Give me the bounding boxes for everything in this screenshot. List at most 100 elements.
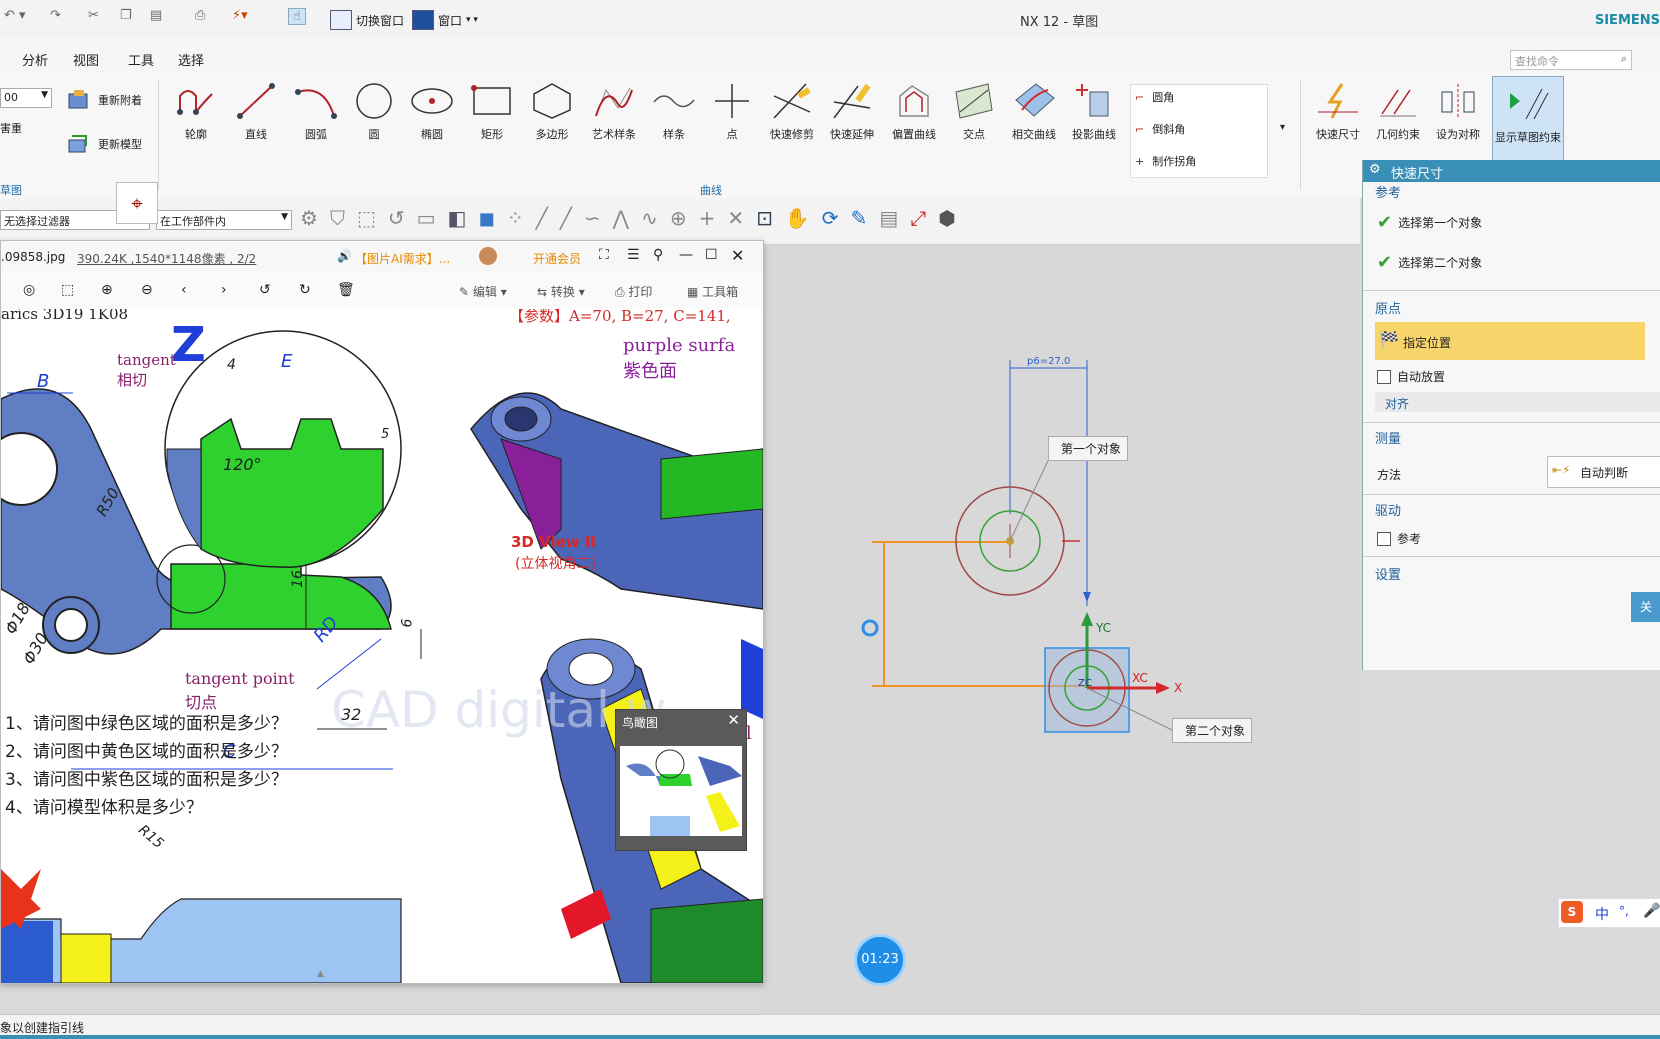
rotate-left-icon[interactable]: ↺ <box>259 282 271 298</box>
make-corner-button[interactable]: + 制作拐角 <box>1135 153 1196 169</box>
close-icon[interactable]: ✕ <box>731 246 744 265</box>
minimize-icon[interactable]: — <box>679 247 693 263</box>
drive-section-header[interactable]: 驱动 <box>1375 500 1401 519</box>
tool-quick-extend[interactable]: 快速延伸 <box>824 82 880 142</box>
shaded-icon[interactable]: ◧ <box>448 206 467 230</box>
command-search-input[interactable]: 查找命令 ⌕ <box>1510 50 1632 70</box>
tool-circle[interactable]: 圆 <box>346 82 402 142</box>
crosshair-icon[interactable]: ⌖ <box>116 182 158 224</box>
filter-icon[interactable]: ⛉ <box>330 206 345 230</box>
toolbox-button[interactable]: ▦ 工具箱 <box>687 283 738 300</box>
refresh-icon[interactable]: ⟳ <box>822 206 839 230</box>
view-icon[interactable]: ⬢ <box>938 206 955 230</box>
cut-icon[interactable]: ✂ <box>88 8 99 23</box>
print-icon[interactable]: ⎙ <box>195 8 205 23</box>
fit-icon[interactable]: ⬚ <box>61 282 74 298</box>
snap-icon[interactable]: ⚡▾ <box>232 8 248 23</box>
line-snap-2-icon[interactable]: ╱ <box>560 206 572 230</box>
tool-intersection-curve[interactable]: 相交曲线 <box>1006 82 1062 142</box>
dimension-label[interactable]: p6=27.0 <box>1027 356 1070 367</box>
close-button[interactable]: 关 <box>1631 592 1660 622</box>
tool-project-curve[interactable]: 投影曲线 <box>1066 82 1122 142</box>
method-select[interactable]: ⇤⚡ 自动判断 <box>1547 456 1660 488</box>
undo-icon[interactable]: ↶ ▾ <box>4 8 26 23</box>
reattach-button[interactable]: 重新附着 <box>66 88 142 112</box>
tool-intersection-point[interactable]: 交点 <box>946 82 1002 142</box>
tool-arc[interactable]: 圆弧 <box>288 82 344 142</box>
menu-select[interactable]: 选择 <box>178 50 204 69</box>
fillet-button[interactable]: ⌐ 圆角 <box>1135 89 1174 105</box>
measure-section-header[interactable]: 测量 <box>1375 428 1401 447</box>
window-menu-button[interactable]: 窗口 ▾ ▾ <box>412 10 478 30</box>
tool-make-symmetric[interactable]: 设为对称 <box>1430 82 1486 142</box>
tool-rectangle[interactable]: 矩形 <box>464 82 520 142</box>
copy-icon[interactable]: ❐ <box>120 8 132 23</box>
center-snap-icon[interactable]: ⊕ <box>670 206 687 230</box>
zoom-window-icon[interactable]: ⊡ <box>756 206 773 230</box>
select-first-object-row[interactable]: ✔ 选择第一个对象 <box>1377 212 1482 233</box>
tool-quick-trim[interactable]: 快速修剪 <box>764 82 820 142</box>
points-icon[interactable]: ⁘ <box>507 206 524 230</box>
pin-icon[interactable]: ⚲ <box>653 247 663 263</box>
tool-offset-curve[interactable]: 偏置曲线 <box>886 82 942 142</box>
fit-icon[interactable]: ⤢ <box>910 206 926 230</box>
tool-studio-spline[interactable]: 艺术样条 <box>586 82 642 142</box>
ai-promo-link[interactable]: 【图片AI需求】... <box>355 250 450 267</box>
tool-line[interactable]: 直线 <box>228 82 284 142</box>
intersect-snap-icon[interactable]: ✕ <box>727 206 744 230</box>
menu-analysis[interactable]: 分析 <box>22 50 48 69</box>
assembly-icon[interactable]: ⚙ <box>300 206 318 230</box>
reference-checkbox[interactable] <box>1377 531 1391 546</box>
birdseye-thumbnail[interactable] <box>620 746 742 836</box>
tool-spline[interactable]: 样条 <box>646 82 702 142</box>
reference-section-header[interactable]: 参考 <box>1375 182 1401 201</box>
polyline-snap-icon[interactable]: ⋀ <box>613 206 629 230</box>
layers-icon[interactable]: ▤ <box>879 206 898 230</box>
tool-profile[interactable]: 轮廓 <box>168 82 224 142</box>
sketch-combo[interactable]: 00 ▼ <box>0 88 52 108</box>
zoom-out-icon[interactable]: ⊖ <box>141 282 153 298</box>
delete-icon[interactable]: 🗑 <box>337 282 355 298</box>
viewer-file-info[interactable]: 390.24K ,1540*1148像素 , 2/2 <box>77 250 256 267</box>
rotate-right-icon[interactable]: ↻ <box>299 282 311 298</box>
update-model-button[interactable]: 更新模型 <box>66 132 142 156</box>
menu-view[interactable]: 视图 <box>73 50 99 69</box>
reference-row[interactable]: 参考 <box>1377 530 1421 547</box>
menu-tools[interactable]: 工具 <box>128 50 154 69</box>
print-button[interactable]: ⎙ 打印 <box>615 283 652 300</box>
redo-icon[interactable]: ↷ <box>50 8 61 23</box>
select-second-object-row[interactable]: ✔ 选择第二个对象 <box>1377 252 1482 273</box>
switch-window-button[interactable]: 切换窗口 <box>330 10 404 30</box>
dimension-handle[interactable] <box>861 619 879 637</box>
auto-place-checkbox[interactable] <box>1377 369 1391 384</box>
graphics-window[interactable]: p6=27.0 YC XC X ZC 第一个对象 第二个对象 01:23 <box>762 246 1360 1014</box>
specify-location-row[interactable]: 🏁 指定位置 <box>1375 322 1645 360</box>
paste-icon[interactable]: ▤ <box>150 8 162 23</box>
auto-place-row[interactable]: 自动放置 <box>1377 368 1445 385</box>
fullscreen-icon[interactable]: ⛶ <box>599 247 609 263</box>
select-box-icon[interactable]: ⬚ <box>357 206 376 230</box>
tool-point[interactable]: 点 <box>704 82 760 142</box>
convert-button[interactable]: ⇆ 转换 ▾ <box>537 283 585 300</box>
origin-section-header[interactable]: 原点 <box>1375 298 1401 317</box>
edit-button[interactable]: ✎ 编辑 ▾ <box>459 283 507 300</box>
pan-icon[interactable]: ✋ <box>785 206 810 230</box>
align-row[interactable]: 对齐 <box>1375 392 1660 412</box>
next-icon[interactable]: › <box>221 282 227 298</box>
settings-section-header[interactable]: 设置 <box>1375 564 1401 583</box>
wave-snap-icon[interactable]: ∿ <box>641 206 658 230</box>
maximize-icon[interactable]: ☐ <box>705 247 718 263</box>
cube-icon[interactable]: ◼ <box>478 206 495 230</box>
line-snap-icon[interactable]: ╱ <box>536 206 548 230</box>
zoom-in-icon[interactable]: ⊕ <box>101 282 113 298</box>
tool-polygon[interactable]: 多边形 <box>524 82 580 142</box>
select-hand-icon[interactable]: ☝ <box>288 8 306 25</box>
tool-rapid-dimension[interactable]: 快速尺寸 <box>1310 82 1366 142</box>
curve-snap-icon[interactable]: ∽ <box>584 206 601 230</box>
pen-icon[interactable]: ✎ <box>851 206 868 230</box>
tool-ellipse[interactable]: 椭圆 <box>404 82 460 142</box>
ime-language[interactable]: 中 <box>1595 904 1609 924</box>
scroll-up-icon[interactable]: ▲ <box>317 969 324 979</box>
dialog-titlebar[interactable]: ⚙ 快速尺寸 <box>1363 160 1660 182</box>
prev-icon[interactable]: ‹ <box>181 282 187 298</box>
